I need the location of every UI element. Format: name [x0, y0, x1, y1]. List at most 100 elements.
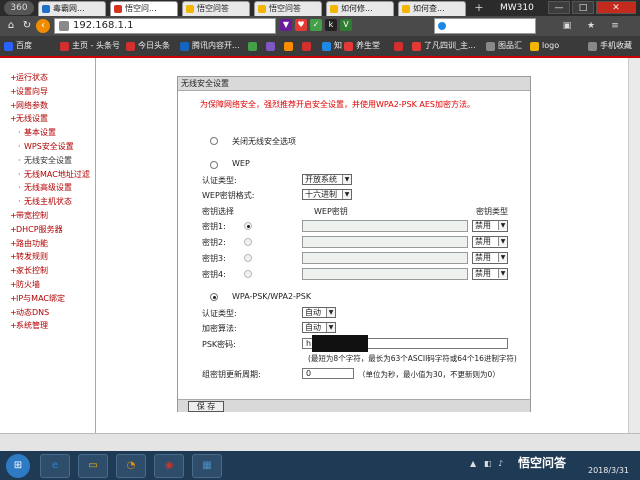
- bookmark-item[interactable]: 养生堂: [344, 40, 380, 52]
- wpa-auth-label: 认证类型:: [202, 309, 237, 318]
- menu-item[interactable]: +IP与MAC绑定: [10, 293, 65, 304]
- bookmark-item[interactable]: [284, 40, 296, 52]
- disable-security-radio[interactable]: [210, 137, 218, 145]
- wep-key-input[interactable]: [302, 252, 468, 264]
- menu-item[interactable]: · 无线主机状态: [18, 196, 72, 207]
- wep-key-radio[interactable]: [244, 270, 252, 278]
- extension-icon[interactable]: ♥: [295, 19, 307, 31]
- wep-key-radio[interactable]: [244, 238, 252, 246]
- browser-logo[interactable]: 360: [4, 1, 34, 15]
- tray-icon[interactable]: ♪: [498, 459, 503, 468]
- bookmark-label: 知: [334, 41, 342, 50]
- menu-item[interactable]: · 无线MAC地址过滤: [18, 169, 90, 180]
- group-key-period-input[interactable]: 0: [302, 368, 354, 379]
- taskbar-app-icon[interactable]: ▭: [78, 454, 108, 478]
- close-window-button[interactable]: ✕: [596, 1, 636, 14]
- restore-button[interactable]: □: [572, 1, 594, 14]
- wpa-auth-select[interactable]: 自动 ▼: [302, 307, 336, 318]
- menu-icon[interactable]: ≡: [608, 20, 622, 32]
- wep-key-type-select[interactable]: 禁用 ▼: [472, 220, 508, 232]
- new-tab-button[interactable]: +: [472, 2, 486, 14]
- tab-label: 毒霸网...: [53, 4, 85, 13]
- wep-format-select[interactable]: 十六进制 ▼: [302, 189, 352, 200]
- menu-item[interactable]: · 无线高级设置: [18, 182, 72, 193]
- tab-label: 如何查...: [413, 4, 445, 13]
- wep-key-type-select[interactable]: 禁用 ▼: [472, 252, 508, 264]
- bookmark-item[interactable]: 今日头条: [126, 40, 170, 52]
- menu-item[interactable]: +带宽控制: [10, 210, 48, 221]
- browser-tab[interactable]: 悟空问答: [254, 1, 322, 16]
- menu-item[interactable]: +DHCP服务器: [10, 224, 63, 235]
- start-button[interactable]: ⊞: [6, 454, 30, 478]
- minimize-button[interactable]: —: [548, 1, 570, 14]
- taskbar-app-icon[interactable]: e: [40, 454, 70, 478]
- extension-icon[interactable]: ✓: [310, 19, 322, 31]
- bookmarks-bar: 百度 主页 - 头条号 今日头条 腾讯内容开... 知 养生堂 了凡四训_主... 图品汇 lo…: [0, 36, 640, 56]
- wpa-cipher-select[interactable]: 自动 ▼: [302, 322, 336, 333]
- taskbar-app-icon[interactable]: ◉: [154, 454, 184, 478]
- wep-key-radio[interactable]: [244, 254, 252, 262]
- bookmark-item[interactable]: [248, 40, 260, 52]
- wep-key-input[interactable]: [302, 236, 468, 248]
- panel-title: 无线安全设置: [178, 77, 530, 91]
- menu-item[interactable]: +网络参数: [10, 100, 48, 111]
- menu-item[interactable]: +路由功能: [10, 238, 48, 249]
- wep-key-type-select[interactable]: 禁用 ▼: [472, 268, 508, 280]
- taskbar-app-icon[interactable]: ▦: [192, 454, 222, 478]
- taskbar-app-icon[interactable]: ◔: [116, 454, 146, 478]
- wep-radio[interactable]: [210, 161, 218, 169]
- bookmark-item[interactable]: logo: [530, 40, 559, 52]
- bookmark-item[interactable]: 知: [322, 40, 342, 52]
- menu-item[interactable]: +防火墙: [10, 279, 40, 290]
- bookmark-item[interactable]: 了凡四训_主...: [412, 40, 476, 52]
- back-button[interactable]: ‹: [36, 19, 50, 33]
- menu-item[interactable]: +设置向导: [10, 86, 48, 97]
- menu-item[interactable]: · 基本设置: [18, 127, 56, 138]
- browser-tab[interactable]: 如何查...: [398, 1, 466, 16]
- menu-item-label: DHCP服务器: [16, 224, 63, 234]
- bookmark-item[interactable]: [394, 40, 406, 52]
- bookmark-item[interactable]: 腾讯内容开...: [180, 40, 240, 52]
- wpa-radio[interactable]: [210, 293, 218, 301]
- bookmark-item[interactable]: [302, 40, 314, 52]
- bookmark-item[interactable]: 主页 - 头条号: [60, 40, 120, 52]
- extension-icon[interactable]: V: [340, 19, 352, 31]
- browser-tab[interactable]: 毒霸网...: [38, 1, 106, 16]
- wep-auth-select[interactable]: 开放系统 ▼: [302, 174, 352, 185]
- browser-tab[interactable]: 悟空问答: [182, 1, 250, 16]
- save-button[interactable]: 保 存: [188, 401, 224, 412]
- page-icon: [59, 21, 69, 31]
- wpa-label: WPA-PSK/WPA2-PSK: [232, 292, 312, 301]
- search-input[interactable]: [434, 18, 536, 34]
- wep-key-input[interactable]: [302, 268, 468, 280]
- home-icon[interactable]: ⌂: [4, 19, 18, 33]
- extension-icon[interactable]: ▼: [280, 19, 292, 31]
- menu-item[interactable]: +转发规则: [10, 251, 48, 262]
- menu-item[interactable]: +系统管理: [10, 320, 48, 331]
- bookmark-item[interactable]: 图品汇: [486, 40, 522, 52]
- menu-item[interactable]: +运行状态: [10, 72, 48, 83]
- tray-icon[interactable]: ◧: [484, 459, 492, 468]
- menu-item[interactable]: +动态DNS: [10, 307, 49, 318]
- menu-item[interactable]: · 无线安全设置: [18, 155, 72, 166]
- menu-item[interactable]: +家长控制: [10, 265, 48, 276]
- url-bar[interactable]: 192.168.1.1: [54, 18, 276, 34]
- chevron-down-icon: ▼: [498, 221, 507, 230]
- vertical-scrollbar[interactable]: [628, 58, 640, 433]
- menu-item-label: 设置向导: [16, 86, 48, 96]
- tray-icon[interactable]: ▲: [470, 459, 476, 468]
- wep-key-radio[interactable]: [244, 222, 252, 230]
- tool-button-1[interactable]: ▣: [560, 20, 574, 32]
- browser-tab[interactable]: 悟空问...: [110, 1, 178, 16]
- favorite-star-icon[interactable]: ★: [584, 20, 598, 32]
- extension-icon[interactable]: k: [325, 19, 337, 31]
- wep-key-input[interactable]: [302, 220, 468, 232]
- menu-item[interactable]: · WPS安全设置: [18, 141, 74, 152]
- browser-tab[interactable]: 如何修...: [326, 1, 394, 16]
- bookmark-item[interactable]: 手机收藏: [588, 40, 632, 52]
- bookmark-item[interactable]: [266, 40, 278, 52]
- wep-key-type-select[interactable]: 禁用 ▼: [472, 236, 508, 248]
- menu-item[interactable]: +无线设置: [10, 113, 48, 124]
- refresh-icon[interactable]: ↻: [20, 19, 34, 33]
- bookmark-item[interactable]: 百度: [4, 40, 32, 52]
